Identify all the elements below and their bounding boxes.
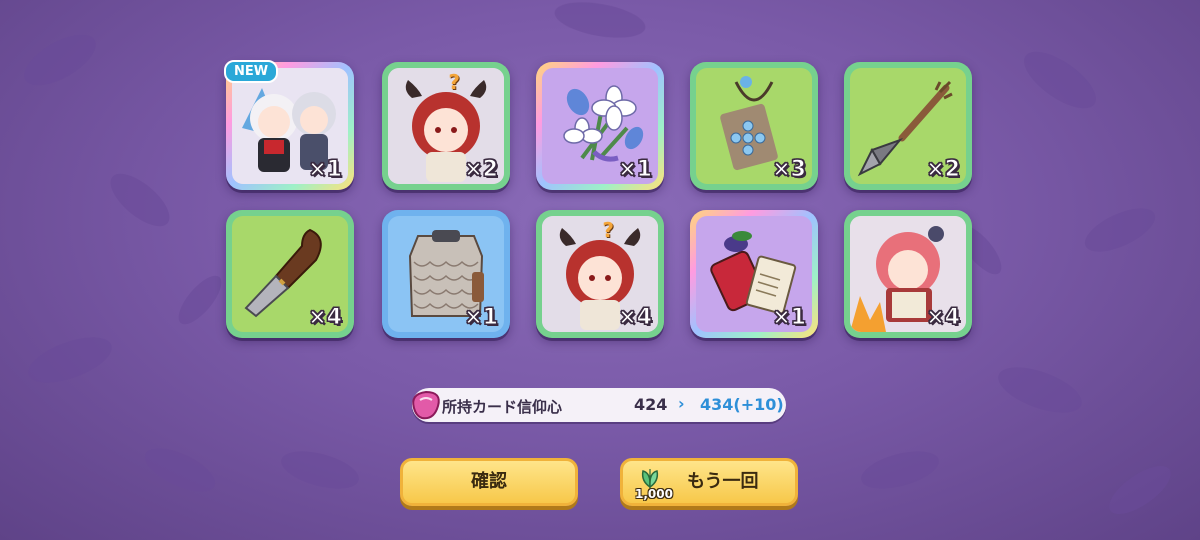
draw-again-cost: 1,000 — [635, 487, 673, 501]
draw-again-label: もう一回 — [687, 471, 759, 492]
reward-quantity: ×1 — [618, 157, 653, 183]
new-badge: NEW — [224, 60, 279, 83]
reward-quantity: ×1 — [772, 305, 807, 331]
reward-card-character-2[interactable]: ? ×2 — [382, 62, 510, 190]
reward-card-character-3[interactable]: ? ×4 — [536, 210, 664, 338]
reward-card-character-1[interactable]: ×1 NEW — [224, 60, 354, 190]
reward-card-flower-bouquet[interactable]: ×1 — [536, 62, 664, 190]
reward-quantity: ×2 — [926, 157, 961, 183]
reward-quantity: ×2 — [464, 157, 499, 183]
reward-quantity: ×1 — [308, 157, 343, 183]
reward-card-character-4[interactable]: ×4 — [844, 210, 972, 338]
faith-label: 所持カード信仰心 — [442, 398, 563, 416]
faith-crystal-icon — [412, 390, 440, 420]
reward-card-spear-tip[interactable]: ×2 — [844, 62, 972, 190]
reward-quantity: ×4 — [926, 305, 961, 331]
faith-progress-bar: 所持カード信仰心 424 › 434(+10) — [412, 388, 786, 422]
reward-quantity: ×1 — [464, 305, 499, 331]
unknown-mark: ? — [448, 70, 460, 94]
confirm-button[interactable]: 確認 — [400, 458, 578, 506]
reward-card-chisel[interactable]: ×4 — [226, 210, 354, 338]
reward-card-magic-book[interactable]: ×1 — [690, 210, 818, 338]
reward-quantity: ×3 — [772, 157, 807, 183]
faith-arrow: › — [678, 394, 685, 413]
reward-card-wooden-charm[interactable]: ×3 — [690, 62, 818, 190]
reward-quantity: ×4 — [618, 305, 653, 331]
confirm-button-label: 確認 — [471, 471, 507, 492]
reward-quantity: ×4 — [308, 305, 343, 331]
draw-again-button[interactable]: 1,000 もう一回 — [620, 458, 798, 506]
unknown-mark: ? — [602, 218, 614, 242]
faith-new-value: 434(+10) — [700, 395, 784, 414]
reward-card-scale-armor[interactable]: ×1 — [382, 210, 510, 338]
faith-current-value: 424 — [634, 395, 668, 414]
